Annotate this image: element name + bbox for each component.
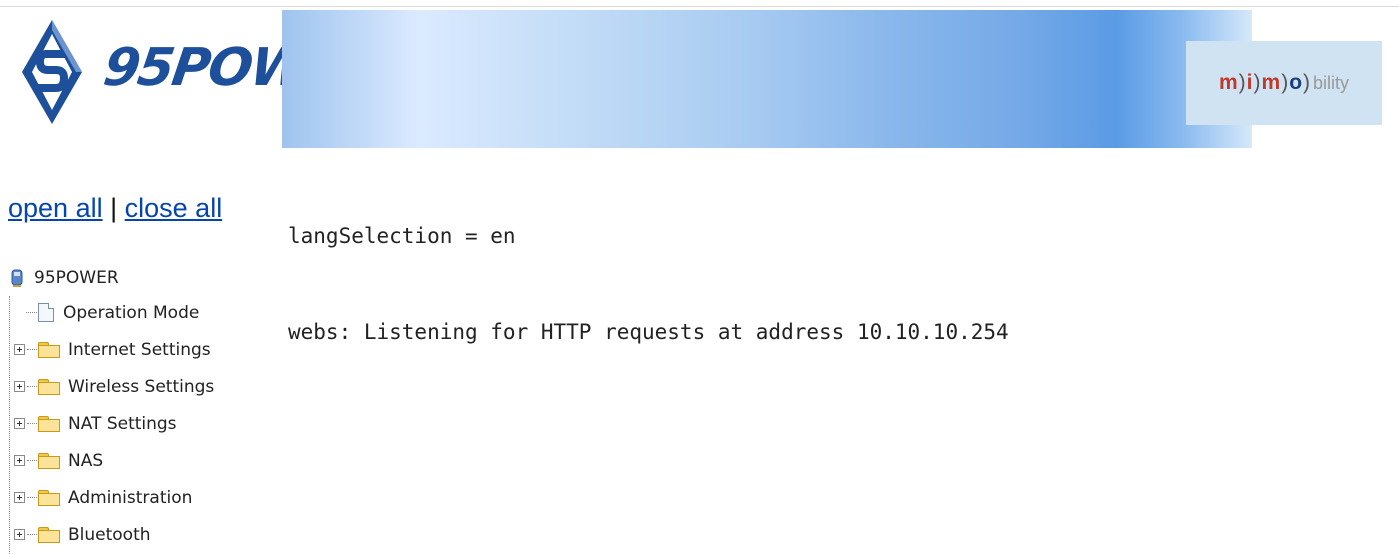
folder-icon <box>38 342 60 358</box>
mimo-letter-i: i <box>1246 71 1253 94</box>
mimo-separator-3: ) <box>1281 71 1289 94</box>
tree-branch-line <box>27 460 37 461</box>
mimo-separator-4: ) <box>1303 71 1311 94</box>
mimo-letter-m2: m <box>1261 71 1281 94</box>
top-border <box>0 6 1399 7</box>
tree-branch-line <box>27 423 37 424</box>
mimo-separator-1: ) <box>1238 71 1246 94</box>
tree-item-label: NAT Settings <box>68 413 177 434</box>
tree-branch-line <box>27 534 37 535</box>
expand-plus-icon[interactable] <box>14 492 25 503</box>
navigation-tree: 95POWER Operation Mode Internet Settings… <box>10 262 214 553</box>
folder-icon <box>38 416 60 432</box>
tree-root[interactable]: 95POWER <box>10 262 214 294</box>
tree-item-operation-mode[interactable]: Operation Mode <box>10 294 214 331</box>
tree-toggles: open all | close all <box>8 193 222 224</box>
folder-icon <box>38 379 60 395</box>
device-icon <box>11 269 23 287</box>
console-line: langSelection = en <box>288 224 516 248</box>
mimo-suffix: bility <box>1313 72 1350 93</box>
expand-plus-icon[interactable] <box>14 381 25 392</box>
tree-item-label: NAS <box>68 450 104 471</box>
open-all-link[interactable]: open all <box>8 193 103 223</box>
console-line: webs: Listening for HTTP requests at add… <box>288 320 1009 344</box>
mimo-separator-2: ) <box>1253 71 1261 94</box>
tree-item-nat-settings[interactable]: NAT Settings <box>10 405 214 442</box>
tree-item-label: Administration <box>68 487 193 508</box>
tree-branch-line <box>27 497 37 498</box>
tree-item-nas[interactable]: NAS <box>10 442 214 479</box>
tree-item-label: Wireless Settings <box>68 376 215 397</box>
tree-item-administration[interactable]: Administration <box>10 479 214 516</box>
tree-branch-line <box>27 386 37 387</box>
tree-item-label: Bluetooth <box>68 524 151 545</box>
expand-plus-icon[interactable] <box>14 529 25 540</box>
tree-item-wireless-settings[interactable]: Wireless Settings <box>10 368 214 405</box>
page-icon <box>38 303 54 322</box>
expand-plus-icon[interactable] <box>14 344 25 355</box>
toggle-separator: | <box>110 193 118 223</box>
tree-branch-line <box>27 349 37 350</box>
tree-item-bluetooth[interactable]: Bluetooth <box>10 516 214 553</box>
console-output: langSelection = en webs: Listening for H… <box>288 156 1009 380</box>
mimo-letter-m1: m <box>1218 71 1238 94</box>
close-all-link[interactable]: close all <box>125 193 223 223</box>
tree-item-internet-settings[interactable]: Internet Settings <box>10 331 214 368</box>
tree-item-label: Operation Mode <box>63 302 200 323</box>
diamond-logo-icon <box>22 20 82 124</box>
expand-plus-icon[interactable] <box>14 455 25 466</box>
folder-icon <box>38 453 60 469</box>
folder-icon <box>38 527 60 543</box>
folder-icon <box>38 490 60 506</box>
tree-root-label: 95POWER <box>34 268 119 288</box>
header-banner <box>282 10 1252 148</box>
95power-logo: 95POWER <box>20 16 382 126</box>
mimo-letter-o: o <box>1289 71 1303 94</box>
mimobility-logo: m) i) m) o) bility <box>1186 41 1382 125</box>
tree-branch-line <box>26 312 37 313</box>
tree-item-label: Internet Settings <box>68 339 211 360</box>
expand-plus-icon[interactable] <box>14 418 25 429</box>
